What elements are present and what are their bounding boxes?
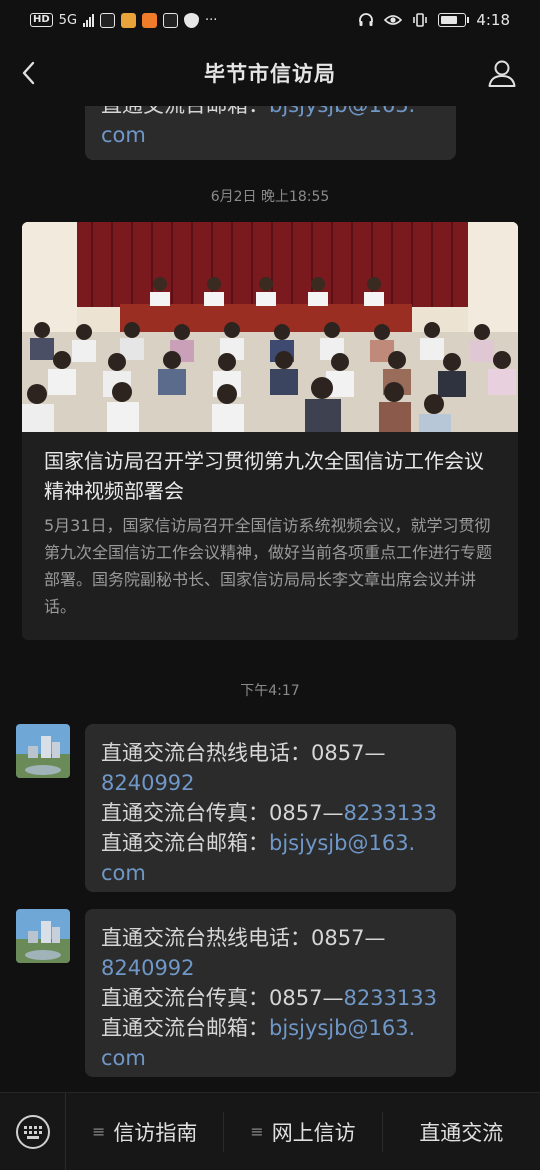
menu-item-label: 网上信访 xyxy=(271,1120,356,1145)
signal-icon xyxy=(83,13,95,27)
email-link[interactable]: bjsjysjb@163. xyxy=(269,831,415,855)
email-line: 直通交流台邮箱：bjsjysjb@163. xyxy=(101,828,440,858)
article-summary: 5月31日，国家信访局召开全国信访系统视频会议，就学习贯彻第九次全国信访工作会议… xyxy=(44,516,493,616)
hotline-label: 直通交流台热线电话：0857— xyxy=(101,926,386,950)
list-menu-icon: ≡ xyxy=(91,1122,106,1141)
eye-icon xyxy=(384,15,403,25)
email-link-tail[interactable]: com xyxy=(101,858,440,888)
battery-icon xyxy=(438,13,470,27)
hotline-number-link[interactable]: 8240992 xyxy=(101,768,440,798)
vibrate-icon xyxy=(413,13,428,27)
hotline-number-link[interactable]: 8240992 xyxy=(101,953,440,983)
network-type: 5G xyxy=(58,12,78,28)
email-label: 直通交流台邮箱： xyxy=(101,831,269,855)
keyboard-toggle-button[interactable] xyxy=(0,1092,66,1170)
person-icon[interactable] xyxy=(486,57,518,89)
building-avatar-image xyxy=(16,909,70,963)
message-list[interactable]: 直通交流台邮箱：bjsjysjb@163. com 6月2日 晚上18:55 xyxy=(0,106,540,1092)
message-bubble[interactable]: 直通交流台热线电话：0857— 8240992 直通交流台传真：0857—823… xyxy=(85,909,456,1077)
fax-number-link[interactable]: 8233133 xyxy=(343,801,437,825)
message-bubble-partial[interactable]: 直通交流台邮箱：bjsjysjb@163. com xyxy=(85,106,456,160)
hd-badge: HD xyxy=(30,13,53,27)
meeting-photo xyxy=(22,222,518,432)
article-photo xyxy=(22,222,518,432)
status-right: 4:18 xyxy=(358,11,510,29)
menu-item-guide[interactable]: ≡ 信访指南 xyxy=(66,1111,225,1152)
tiktok-icon-2 xyxy=(163,12,179,28)
tiktok-icon xyxy=(100,12,116,28)
avatar[interactable] xyxy=(16,724,70,778)
app-icon-weibo xyxy=(121,12,137,28)
back-chevron-icon[interactable] xyxy=(14,57,46,89)
email-line: 直通交流台邮箱：bjsjysjb@163. xyxy=(101,1013,440,1043)
email-label: 直通交流台邮箱： xyxy=(101,1016,269,1040)
menu-item-label: 直通交流 xyxy=(419,1120,504,1145)
headphones-icon xyxy=(359,13,374,26)
status-bar: HD 5G ··· 4:18 xyxy=(0,0,540,40)
email-link[interactable]: bjsjysjb@163. xyxy=(269,1016,415,1040)
page-title: 毕节市信访局 xyxy=(204,62,336,86)
article-card[interactable]: 国家信访局召开学习贯彻第九次全国信访工作会议精神视频部署会 5月31日，国家信访… xyxy=(22,222,518,640)
fax-line: 直通交流台传真：0857—8233133 xyxy=(101,983,440,1013)
email-label: 直通交流台邮箱： xyxy=(101,106,269,117)
email-line: 直通交流台邮箱：bjsjysjb@163. xyxy=(101,106,440,120)
message-bubble[interactable]: 直通交流台热线电话：0857— 8240992 直通交流台传真：0857—823… xyxy=(85,724,456,892)
fax-label: 直通交流台传真：0857— xyxy=(101,986,344,1010)
shield-check-icon xyxy=(184,12,200,28)
chat-header: 毕节市信访局 xyxy=(0,40,540,106)
hotline-label: 直通交流台热线电话：0857— xyxy=(101,741,386,765)
clock: 4:18 xyxy=(476,11,510,29)
fax-number-link[interactable]: 8233133 xyxy=(343,986,437,1010)
timestamp: 6月2日 晚上18:55 xyxy=(210,189,330,205)
menu-item-label: 信访指南 xyxy=(113,1120,198,1145)
app-icon-video xyxy=(142,12,158,28)
fax-label: 直通交流台传真：0857— xyxy=(101,801,344,825)
email-link-tail[interactable]: com xyxy=(101,120,440,150)
status-left: HD 5G ··· xyxy=(30,12,218,28)
list-menu-icon: ≡ xyxy=(250,1122,264,1141)
email-link[interactable]: bjsjysjb@163. xyxy=(269,106,415,117)
email-link-tail[interactable]: com xyxy=(101,1043,440,1073)
article-title[interactable]: 国家信访局召开学习贯彻第九次全国信访工作会议精神视频部署会 xyxy=(22,432,518,506)
avatar[interactable] xyxy=(16,909,70,963)
timestamp: 下午4:17 xyxy=(240,683,300,699)
building-avatar-image xyxy=(16,724,70,778)
fax-line: 直通交流台传真：0857—8233133 xyxy=(101,798,440,828)
keyboard-icon xyxy=(15,1114,50,1149)
bottom-menu-bar: ≡ 信访指南 ≡ 网上信访 直通交流 xyxy=(0,1092,540,1170)
menu-item-online-petition[interactable]: ≡ 网上信访 xyxy=(224,1111,383,1152)
more-dots-icon: ··· xyxy=(205,12,218,28)
menu-item-direct-communication[interactable]: 直通交流 xyxy=(383,1112,540,1152)
